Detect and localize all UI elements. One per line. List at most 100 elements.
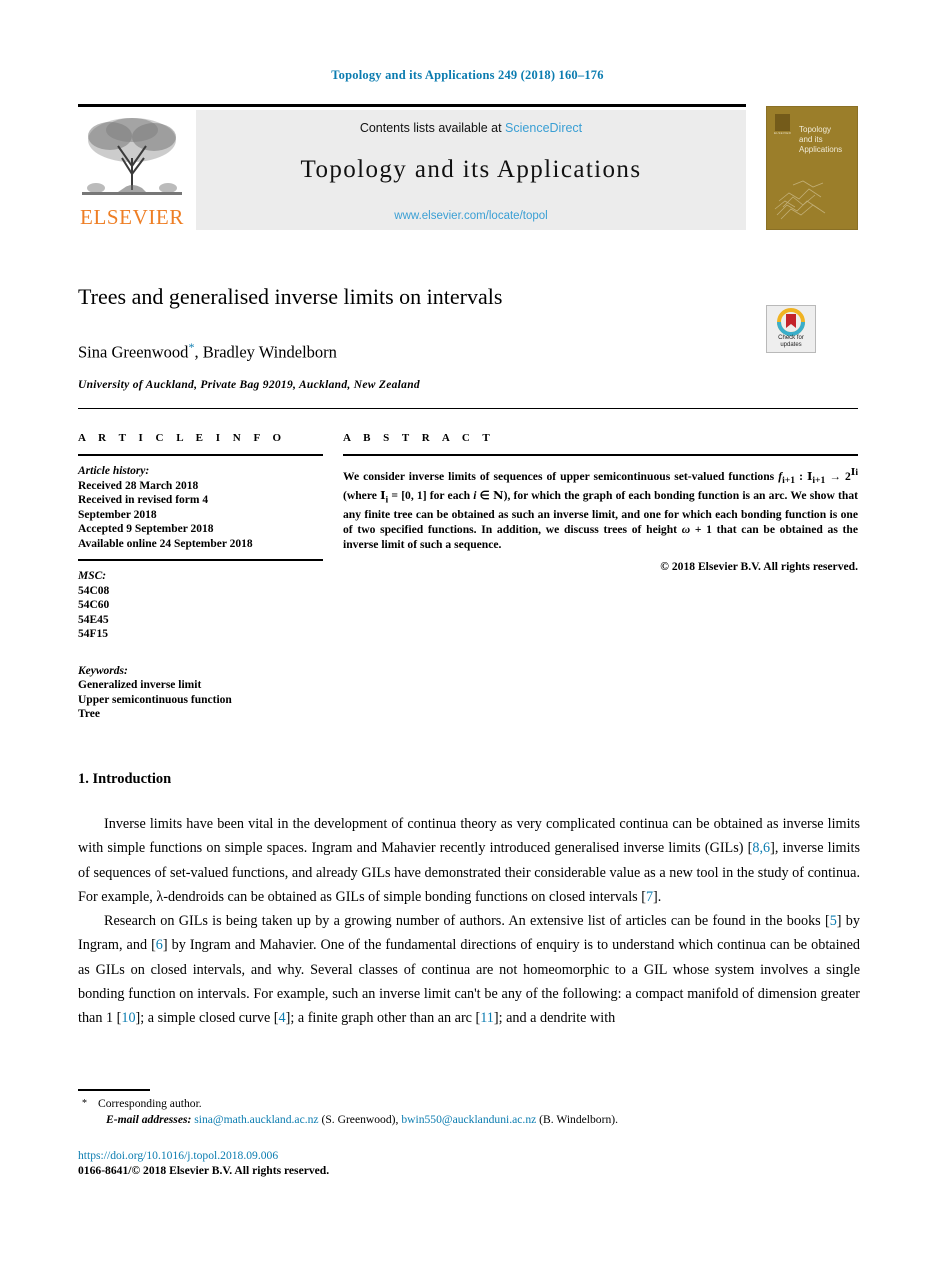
article-history-label: Article history:: [78, 465, 150, 477]
article-history-block: Article history: Received 28 March 2018 …: [78, 464, 323, 551]
footnote-block: * Corresponding author. E-mail addresses…: [78, 1096, 860, 1128]
abstract-text: We consider inverse limits of sequences …: [343, 465, 858, 552]
citation-ref[interactable]: 7: [646, 889, 653, 905]
elsevier-tree-icon: [82, 118, 182, 195]
paragraph-2: Research on GILs is being taken up by a …: [78, 909, 860, 1030]
crossmark-badge[interactable]: Check for updates: [766, 305, 816, 353]
abstract-formula-arrow: → 2: [825, 469, 851, 483]
title-separator-rule: [78, 408, 858, 409]
email-addresses-line: E-mail addresses: sina@math.auckland.ac.…: [106, 1112, 860, 1128]
abstract-omega: ω: [681, 523, 691, 537]
crossmark-line1: Check for: [778, 335, 804, 341]
msc-code: 54C60: [78, 599, 110, 611]
email2-owner: (B. Windelborn).: [536, 1113, 619, 1126]
publication-footer: https://doi.org/10.1016/j.topol.2018.09.…: [78, 1148, 860, 1178]
corresponding-author-note: Corresponding author.: [98, 1097, 202, 1110]
article-info-column: A R T I C L E I N F O Article history: R…: [78, 432, 323, 722]
body-text: Inverse limits have been vital in the de…: [78, 812, 860, 1031]
keyword-item: Tree: [78, 708, 100, 720]
keywords-label: Keywords:: [78, 664, 128, 677]
paragraph-1: Inverse limits have been vital in the de…: [78, 812, 860, 909]
abstract-formula-exp-sub: i: [855, 467, 858, 478]
journal-url-link[interactable]: www.elsevier.com/locate/topol: [196, 210, 746, 222]
sciencedirect-link[interactable]: ScienceDirect: [505, 121, 582, 135]
citation-ref[interactable]: 4: [279, 1010, 286, 1026]
email-link-windelborn[interactable]: bwin550@aucklanduni.ac.nz: [401, 1113, 536, 1126]
contents-prefix: Contents lists available at: [359, 121, 506, 135]
issn-copyright-line: 0166-8641/© 2018 Elsevier B.V. All right…: [78, 1164, 330, 1177]
crossmark-label: Check for updates: [767, 335, 815, 349]
citation-ref[interactable]: 6: [156, 937, 163, 953]
abstract-formula-dom-sub: i+1: [812, 475, 826, 487]
journal-title: Topology and its Applications: [300, 156, 642, 183]
history-line: Available online 24 September 2018: [78, 537, 253, 550]
abstract-rule: [343, 454, 858, 456]
author-list: Sina Greenwood*, Bradley Windelborn: [78, 337, 858, 363]
msc-code: 54F15: [78, 628, 109, 640]
page-title: Trees and generalised inverse limits on …: [78, 284, 503, 309]
msc-code: 54C08: [78, 584, 110, 597]
history-line: Received 28 March 2018: [78, 479, 199, 492]
abstract-column: A B S T R A C T We consider inverse limi…: [343, 432, 858, 573]
abstract-formula-mid: :: [795, 469, 807, 483]
msc-code: 54E45: [78, 613, 109, 626]
sciencedirect-band: Contents lists available at ScienceDirec…: [196, 110, 746, 230]
citation-ref[interactable]: 8,6: [752, 840, 770, 856]
author-first: Sina Greenwood: [78, 342, 189, 362]
paper-page: Topology and its Applications 249 (2018)…: [0, 0, 935, 1266]
email-link-greenwood[interactable]: sina@math.auckland.ac.nz: [194, 1113, 318, 1126]
p2-e: ]; a finite graph other than an arc [: [285, 1010, 481, 1027]
footnote-rule: [78, 1089, 150, 1091]
title-block: Trees and generalised inverse limits on …: [78, 283, 858, 391]
affiliation: University of Auckland, Private Bag 9201…: [78, 378, 420, 391]
msc-separator-rule: [78, 559, 323, 561]
article-info-heading: A R T I C L E I N F O: [78, 432, 287, 444]
abstract-part2: (where: [343, 489, 381, 503]
email1-owner: (S. Greenwood),: [318, 1113, 402, 1126]
p2-d: ]; a simple closed curve [: [135, 1010, 279, 1027]
email-label: E-mail addresses:: [106, 1113, 192, 1126]
abstract-part3: = [0, 1] for each: [388, 489, 474, 503]
abstract-nat-symbol: N: [492, 488, 504, 503]
history-line: Accepted 9 September 2018: [78, 523, 214, 535]
history-line: Received in revised form 4: [78, 494, 209, 506]
crossmark-line2: updates: [780, 342, 802, 348]
cover-title-line2: and its: [799, 135, 823, 144]
cover-artwork: [774, 180, 826, 220]
author-rest: , Bradley Windelborn: [194, 342, 337, 362]
abstract-formula-sub1: i+1: [782, 475, 796, 487]
keyword-item: Generalized inverse limit: [78, 679, 202, 691]
abstract-part4: ∈: [476, 489, 493, 503]
journal-cover-thumbnail[interactable]: ELSEVIER Topology and its Applications: [766, 106, 858, 230]
citation-ref[interactable]: 10: [121, 1010, 135, 1026]
section-heading-introduction: 1. Introduction: [78, 771, 172, 787]
elsevier-logo: ELSEVIER: [78, 110, 186, 230]
msc-label: MSC:: [78, 570, 107, 582]
crossmark-icon: [777, 308, 805, 336]
history-line: September 2018: [78, 508, 157, 521]
cover-mark-label: ELSEVIER: [774, 131, 792, 135]
cover-title-line1: Topology: [799, 125, 832, 134]
citation-ref[interactable]: 5: [830, 913, 837, 929]
doi-link[interactable]: https://doi.org/10.1016/j.topol.2018.09.…: [78, 1149, 278, 1162]
cover-title: Topology and its Applications: [799, 125, 857, 155]
cover-title-line3: Applications: [799, 145, 843, 154]
p2-a: Research on GILs is being taken up by a …: [104, 913, 830, 930]
abstract-heading: A B S T R A C T: [343, 432, 495, 444]
p2-f: ]; and a dendrite with: [493, 1010, 616, 1027]
article-info-rule: [78, 454, 323, 456]
contents-line: Contents lists available at ScienceDirec…: [196, 121, 746, 135]
footnote-star-marker: *: [82, 1098, 87, 1109]
p1-c: ].: [653, 888, 662, 905]
abstract-part1: We consider inverse limits of sequences …: [343, 469, 779, 483]
elsevier-wordmark: ELSEVIER: [80, 205, 184, 229]
p1-a: Inverse limits have been vital in the de…: [78, 816, 860, 857]
keyword-item: Upper semicontinuous function: [78, 693, 232, 706]
masthead-top-rule: [78, 104, 746, 107]
journal-masthead: ELSEVIER Contents lists available at Sci…: [78, 104, 858, 232]
msc-block: MSC: 54C08 54C60 54E45 54F15: [78, 569, 323, 642]
abstract-copyright: © 2018 Elsevier B.V. All rights reserved…: [660, 560, 858, 574]
citation-ref[interactable]: 11: [480, 1010, 494, 1026]
running-head: Topology and its Applications 249 (2018)…: [331, 68, 604, 82]
